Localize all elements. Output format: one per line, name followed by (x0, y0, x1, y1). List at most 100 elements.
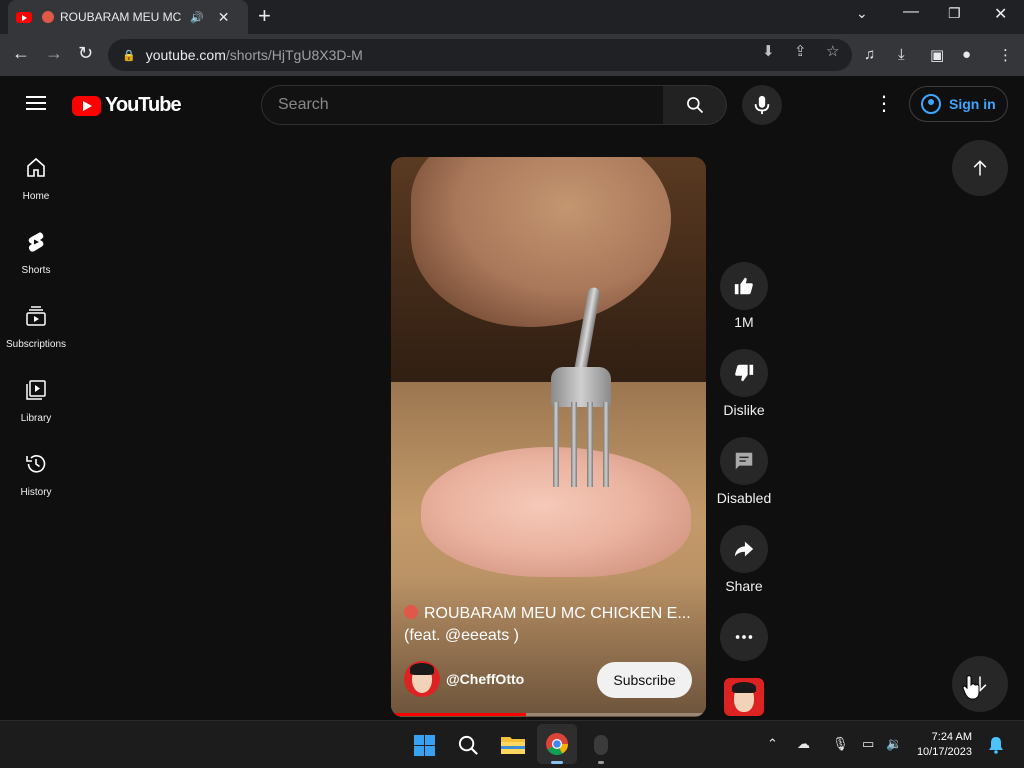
channel-name[interactable]: @CheffOtto (446, 671, 524, 687)
logo-text: YouTube (105, 94, 182, 116)
notification-bell-icon[interactable] (988, 736, 1004, 754)
short-title[interactable]: ROUBARAM MEU MC CHICKEN E... (feat. @eee… (404, 603, 694, 647)
minimize-button[interactable]: — (903, 3, 919, 21)
short-video-player[interactable]: ROUBARAM MEU MC CHICKEN E... (feat. @eee… (391, 157, 706, 717)
short-title-line2: (feat. @eeeats ) (404, 627, 519, 644)
media-control-icon[interactable]: ♫ (864, 46, 875, 63)
like-count: 1M (734, 314, 754, 330)
chrome-menu-icon[interactable]: ⋮ (998, 46, 1013, 64)
lock-icon[interactable]: 🔒 (122, 49, 136, 62)
downloads-icon[interactable]: ⤓ (898, 46, 905, 63)
close-window-button[interactable]: ✕ (994, 4, 1007, 24)
sidebar-item-subscriptions[interactable]: Subscriptions (0, 304, 72, 378)
subscribe-button[interactable]: Subscribe (597, 662, 692, 698)
profile-icon[interactable]: ● (962, 46, 971, 63)
tray-overflow-chevron-icon[interactable]: ⌃ (767, 736, 778, 752)
more-actions-button[interactable] (720, 613, 768, 661)
youtube-favicon-icon (16, 11, 32, 23)
onedrive-cloud-icon[interactable]: ☁ (797, 736, 810, 752)
like-button[interactable] (720, 262, 768, 310)
sidebar-item-history[interactable]: History (0, 452, 72, 526)
sidebar-item-shorts[interactable]: Shorts (0, 230, 72, 304)
install-app-icon[interactable]: ⬇ (762, 42, 775, 60)
youtube-logo[interactable]: YouTube (72, 94, 182, 117)
home-icon (27, 157, 45, 177)
reload-icon[interactable]: ↻ (78, 43, 93, 64)
avatar-hair (410, 663, 434, 675)
file-explorer-icon[interactable] (500, 734, 526, 756)
library-icon (26, 380, 46, 400)
back-arrow-icon[interactable]: ← (12, 43, 30, 64)
dislike-label: Dislike (723, 402, 765, 418)
network-icon[interactable]: ▭ (862, 736, 874, 752)
progress-fill (391, 713, 527, 716)
close-tab-icon[interactable]: ✕ (218, 9, 230, 26)
address-bar[interactable]: 🔒 youtube.com/shorts/HjTgU8X3D-M (108, 39, 852, 71)
new-tab-button[interactable]: + (258, 4, 271, 28)
side-panel-icon[interactable]: ▣ (930, 46, 944, 64)
sidebar-item-library[interactable]: Library (0, 378, 72, 452)
history-icon (26, 455, 46, 473)
video-progress-bar[interactable] (391, 713, 706, 716)
search-input[interactable] (278, 96, 663, 114)
chrome-taskbar-button[interactable] (537, 724, 577, 764)
windows-taskbar: ⌃ ☁ 🎙 ▭ 🔉 7:24 AM 10/17/2023 (0, 720, 1024, 768)
clock-time: 7:24 AM (931, 731, 972, 743)
system-clock[interactable]: 7:24 AM 10/17/2023 (910, 730, 972, 760)
user-circle-icon (921, 94, 941, 114)
sidebar-item-label: Shorts (21, 265, 51, 276)
dislike-button[interactable] (720, 349, 768, 397)
share-icon[interactable]: ⇪ (794, 42, 807, 60)
fork-tine (553, 402, 559, 487)
audio-playing-icon[interactable]: 🔊 (190, 11, 204, 24)
voice-search-button[interactable] (742, 85, 782, 125)
browser-tab[interactable]: ROUBARAM MEU MC CI 🔊 ✕ (8, 0, 248, 34)
thumbs-up-icon (734, 277, 753, 295)
restore-button[interactable]: ❐ (948, 5, 961, 22)
avatar-hair (732, 682, 756, 693)
hamburger-menu-icon[interactable] (26, 96, 46, 110)
search-button[interactable] (663, 85, 727, 125)
clock-date: 10/17/2023 (916, 746, 972, 758)
app-icon[interactable] (594, 735, 608, 755)
comments-disabled-label: Disabled (716, 490, 772, 506)
previous-short-button[interactable] (952, 140, 1008, 196)
chrome-icon (546, 733, 568, 755)
sidebar-item-label: Library (20, 413, 52, 424)
windows-start-icon[interactable] (413, 734, 436, 757)
youtube-header: YouTube ⋮ Sign in (0, 76, 1024, 132)
channel-avatar[interactable] (404, 661, 440, 697)
search-box[interactable] (261, 85, 664, 125)
sidebar-item-home[interactable]: Home (0, 156, 72, 230)
sidebar-item-label: Subscriptions (5, 339, 67, 350)
subscriptions-icon (26, 306, 46, 326)
microphone-tray-icon[interactable]: 🎙 (832, 736, 849, 752)
search-icon (686, 97, 703, 114)
youtube-play-logo-icon (72, 95, 101, 116)
sign-in-label: Sign in (949, 96, 996, 112)
app-indicator (598, 761, 604, 764)
comments-button[interactable] (720, 437, 768, 485)
browser-toolbar: ← → ↻ 🔒 youtube.com/shorts/HjTgU8X3D-M ⬇… (0, 34, 1024, 76)
sign-in-button[interactable]: Sign in (909, 86, 1008, 122)
comment-icon (735, 452, 753, 470)
active-app-indicator (551, 761, 563, 764)
forward-arrow-icon[interactable]: → (45, 43, 63, 64)
hand-cursor-icon (962, 675, 980, 700)
arrow-up-icon (973, 160, 987, 176)
bookmark-star-icon[interactable]: ☆ (826, 42, 839, 60)
video-frame-fork-head (551, 367, 611, 407)
share-button[interactable] (720, 525, 768, 573)
taskbar-search-icon[interactable] (457, 734, 480, 757)
more-options-icon[interactable]: ⋮ (874, 94, 894, 114)
fork-tine (603, 402, 609, 487)
more-horizontal-icon (735, 635, 753, 639)
tab-search-chevron-icon[interactable]: ⌄ (856, 5, 868, 22)
url-host: youtube.com (145, 47, 226, 63)
tab-title: ROUBARAM MEU MC CI (60, 10, 184, 24)
sound-source-avatar[interactable] (724, 678, 764, 716)
volume-icon[interactable]: 🔉 (886, 736, 902, 752)
sidebar-item-label: History (20, 487, 52, 498)
emoji-icon (42, 11, 54, 23)
shorts-icon (28, 232, 44, 252)
